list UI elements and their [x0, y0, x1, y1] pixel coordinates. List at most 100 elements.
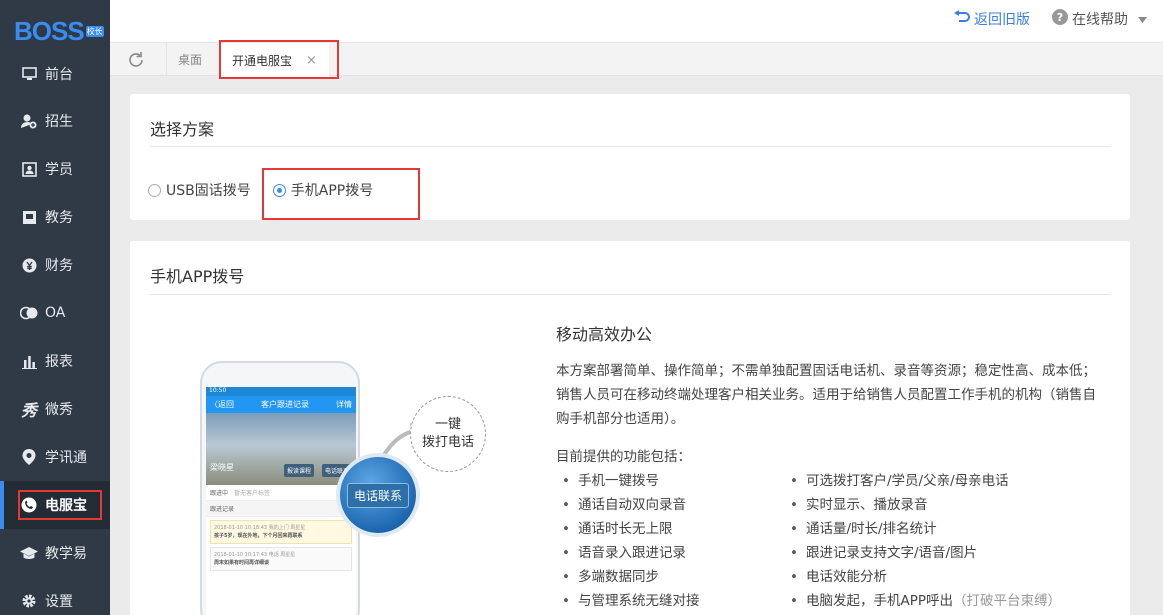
feature-item: 通话时长无上限: [556, 517, 784, 541]
feature-item: 可选拨打客户/学员/父亲/母亲电话: [784, 469, 1084, 493]
phone-record-1: 2018-01-10 10:18:43 我的上门 周星星 孩子5岁，现在外地，下…: [210, 520, 352, 544]
sidebar-item-label: 学员: [45, 162, 73, 178]
record-text: 孩子5岁，现在外地，下个月回来再联系: [214, 533, 303, 539]
oa-icon: [20, 304, 38, 322]
feature-item: 跟进记录支持文字/语音/图片: [784, 541, 1084, 565]
sidebar-item-label: 报表: [45, 354, 73, 370]
sidebar: BOSS 校长 前台 招生 学员 教务 财务 OA 报表 秀 微秀 学讯通 电服…: [0, 0, 110, 615]
header-actions: 返回旧版 ? 在线帮助: [954, 0, 1147, 38]
caret-down-icon: [1138, 11, 1147, 27]
gear-icon: [20, 592, 38, 610]
logo-text: BOSS: [14, 15, 85, 46]
bar-chart-icon: [20, 352, 38, 370]
phone-records-header: 跟进记录: [206, 501, 356, 517]
highlight-box-radio: [262, 168, 420, 220]
refresh-icon[interactable]: [126, 50, 146, 70]
radio-indicator: [148, 183, 161, 197]
phone-follow-hint: 暂无客户标签: [233, 490, 270, 497]
user-add-icon: [20, 112, 38, 130]
dial-label-1: 一键: [434, 417, 461, 432]
phone-detail: 详情: [336, 400, 352, 409]
location-pin-icon: [20, 448, 38, 466]
top-header: 返回旧版 ? 在线帮助: [110, 0, 1163, 42]
highlight-box-sidebar: [18, 490, 102, 520]
undo-arrow-icon: [954, 10, 970, 28]
record-text: 周末如果有时间再详细谈: [214, 560, 270, 566]
feature-item: 与管理系统无缝对接: [556, 589, 784, 613]
feature-item: 语音录入跟进记录: [556, 541, 784, 565]
sidebar-item-label: 教学易: [45, 546, 87, 562]
feature-item: 手机一键拨号: [556, 469, 784, 493]
sidebar-item-label: OA: [45, 305, 66, 321]
phone-record-2: 2018-01-10 10:17:43 电话 周星星 周末如果有时间再详细谈: [210, 547, 352, 571]
feature-list: 手机一键拨号 可选拨打客户/学员/父亲/母亲电话 通话自动双向录音 实时显示、播…: [556, 469, 1096, 613]
feature-item: 多端数据同步: [556, 565, 784, 589]
feature-heading: 移动高效办公: [556, 325, 653, 344]
feature-item: 电话效能分析: [784, 565, 1084, 589]
sidebar-item-oa[interactable]: OA: [0, 289, 110, 337]
phone-screen: 10:50 〈返回 客户跟进记录 详情 梁晓星 报读课程 电话联系 跟进中 暂无…: [206, 387, 356, 615]
feature-description: 移动高效办公 本方案部署简单、操作简单；不需单独配置固话电话机、录音等资源；稳定…: [556, 321, 1096, 613]
feature-note: （打破平台束缚）: [953, 593, 1061, 609]
phone-btn-course: 报读课程: [284, 464, 315, 477]
features-head: 目前提供的功能包括：: [556, 449, 691, 465]
call-contact-button: 电话联系: [340, 457, 416, 533]
sidebar-item-academics[interactable]: 教务: [0, 193, 110, 241]
mobile-app-card: 手机APP拨号 10:50 〈返回 客户跟进记录 详情 梁晓星 报读课程 电话联…: [130, 241, 1130, 615]
sidebar-item-label: 前台: [45, 67, 73, 83]
plan-title: 选择方案: [150, 120, 215, 139]
sidebar-item-students[interactable]: 学员: [0, 145, 110, 193]
radio-usb-landline[interactable]: USB固话拨号: [148, 180, 251, 200]
phone-status-bar: 10:50: [206, 387, 356, 396]
sidebar-item-label: 学讯通: [45, 450, 87, 466]
phone-title-bar: 〈返回 客户跟进记录 详情: [206, 396, 356, 413]
feature-text: 电脑发起，手机APP呼出: [805, 593, 953, 609]
record-meta: 2018-01-10 10:18:43 我的上门 周星星: [214, 525, 306, 531]
id-card-icon: [20, 160, 38, 178]
sidebar-item-enroll[interactable]: 招生: [0, 97, 110, 145]
sidebar-item-front-desk[interactable]: 前台: [0, 50, 110, 98]
active-indicator: [0, 481, 4, 529]
yen-icon: [20, 256, 38, 274]
sidebar-item-xuexuntong[interactable]: 学讯通: [0, 433, 110, 481]
phone-illustration: 10:50 〈返回 客户跟进记录 详情 梁晓星 报读课程 电话联系 跟进中 暂无…: [200, 361, 360, 615]
divider: [150, 146, 1110, 147]
sidebar-item-jiaoxueyi[interactable]: 教学易: [0, 529, 110, 577]
back-old-version-link[interactable]: 返回旧版: [954, 9, 1030, 29]
back-old-label: 返回旧版: [974, 12, 1030, 28]
radio-label: USB固话拨号: [166, 183, 251, 199]
book-icon: [20, 208, 38, 226]
record-meta: 2018-01-10 10:17:43 电话 周星星: [214, 552, 296, 558]
sidebar-item-label: 微秀: [45, 402, 73, 418]
dial-label-2: 拨打电话: [421, 435, 474, 450]
sidebar-item-weixiu[interactable]: 秀 微秀: [0, 385, 110, 433]
phone-follow-row: 跟进中 暂无客户标签: [206, 485, 356, 501]
sidebar-item-reports[interactable]: 报表: [0, 337, 110, 385]
online-help-menu[interactable]: ? 在线帮助: [1052, 9, 1147, 29]
sidebar-item-label: 设置: [45, 594, 73, 610]
phone-back: 〈返回: [210, 400, 234, 409]
sidebar-item-label: 招生: [45, 114, 73, 130]
logo-badge: 校长: [85, 25, 104, 37]
sidebar-item-finance[interactable]: 财务: [0, 241, 110, 289]
phone-title: 客户跟进记录: [261, 400, 309, 409]
phone-follow-status: 跟进中: [210, 490, 229, 497]
tab-desktop[interactable]: 桌面: [166, 43, 214, 76]
phone-hero: 梁晓星 报读课程 电话联系: [206, 413, 356, 485]
section-title: 手机APP拨号: [150, 267, 245, 286]
feature-item: 通话自动双向录音: [556, 493, 784, 517]
highlight-box-tab: [219, 40, 339, 79]
question-circle-icon: ?: [1052, 9, 1068, 29]
divider: [150, 294, 1110, 295]
feature-item: 通话量/时长/排名统计: [784, 517, 1084, 541]
sidebar-item-settings[interactable]: 设置: [0, 577, 110, 615]
show-icon: 秀: [20, 401, 37, 420]
phone-customer-name: 梁晓星: [210, 463, 234, 472]
feature-item-with-note: 电脑发起，手机APP呼出（打破平台束缚）: [784, 589, 1084, 613]
tab-label: 桌面: [178, 53, 203, 67]
feature-paragraph: 本方案部署简单、操作简单；不需单独配置固话电话机、录音等资源；稳定性高、成本低；…: [556, 363, 1096, 427]
help-label: 在线帮助: [1072, 12, 1128, 28]
sidebar-item-label: 财务: [45, 258, 73, 274]
sidebar-item-label: 教务: [45, 210, 73, 226]
feature-item: 实时显示、播放录音: [784, 493, 1084, 517]
